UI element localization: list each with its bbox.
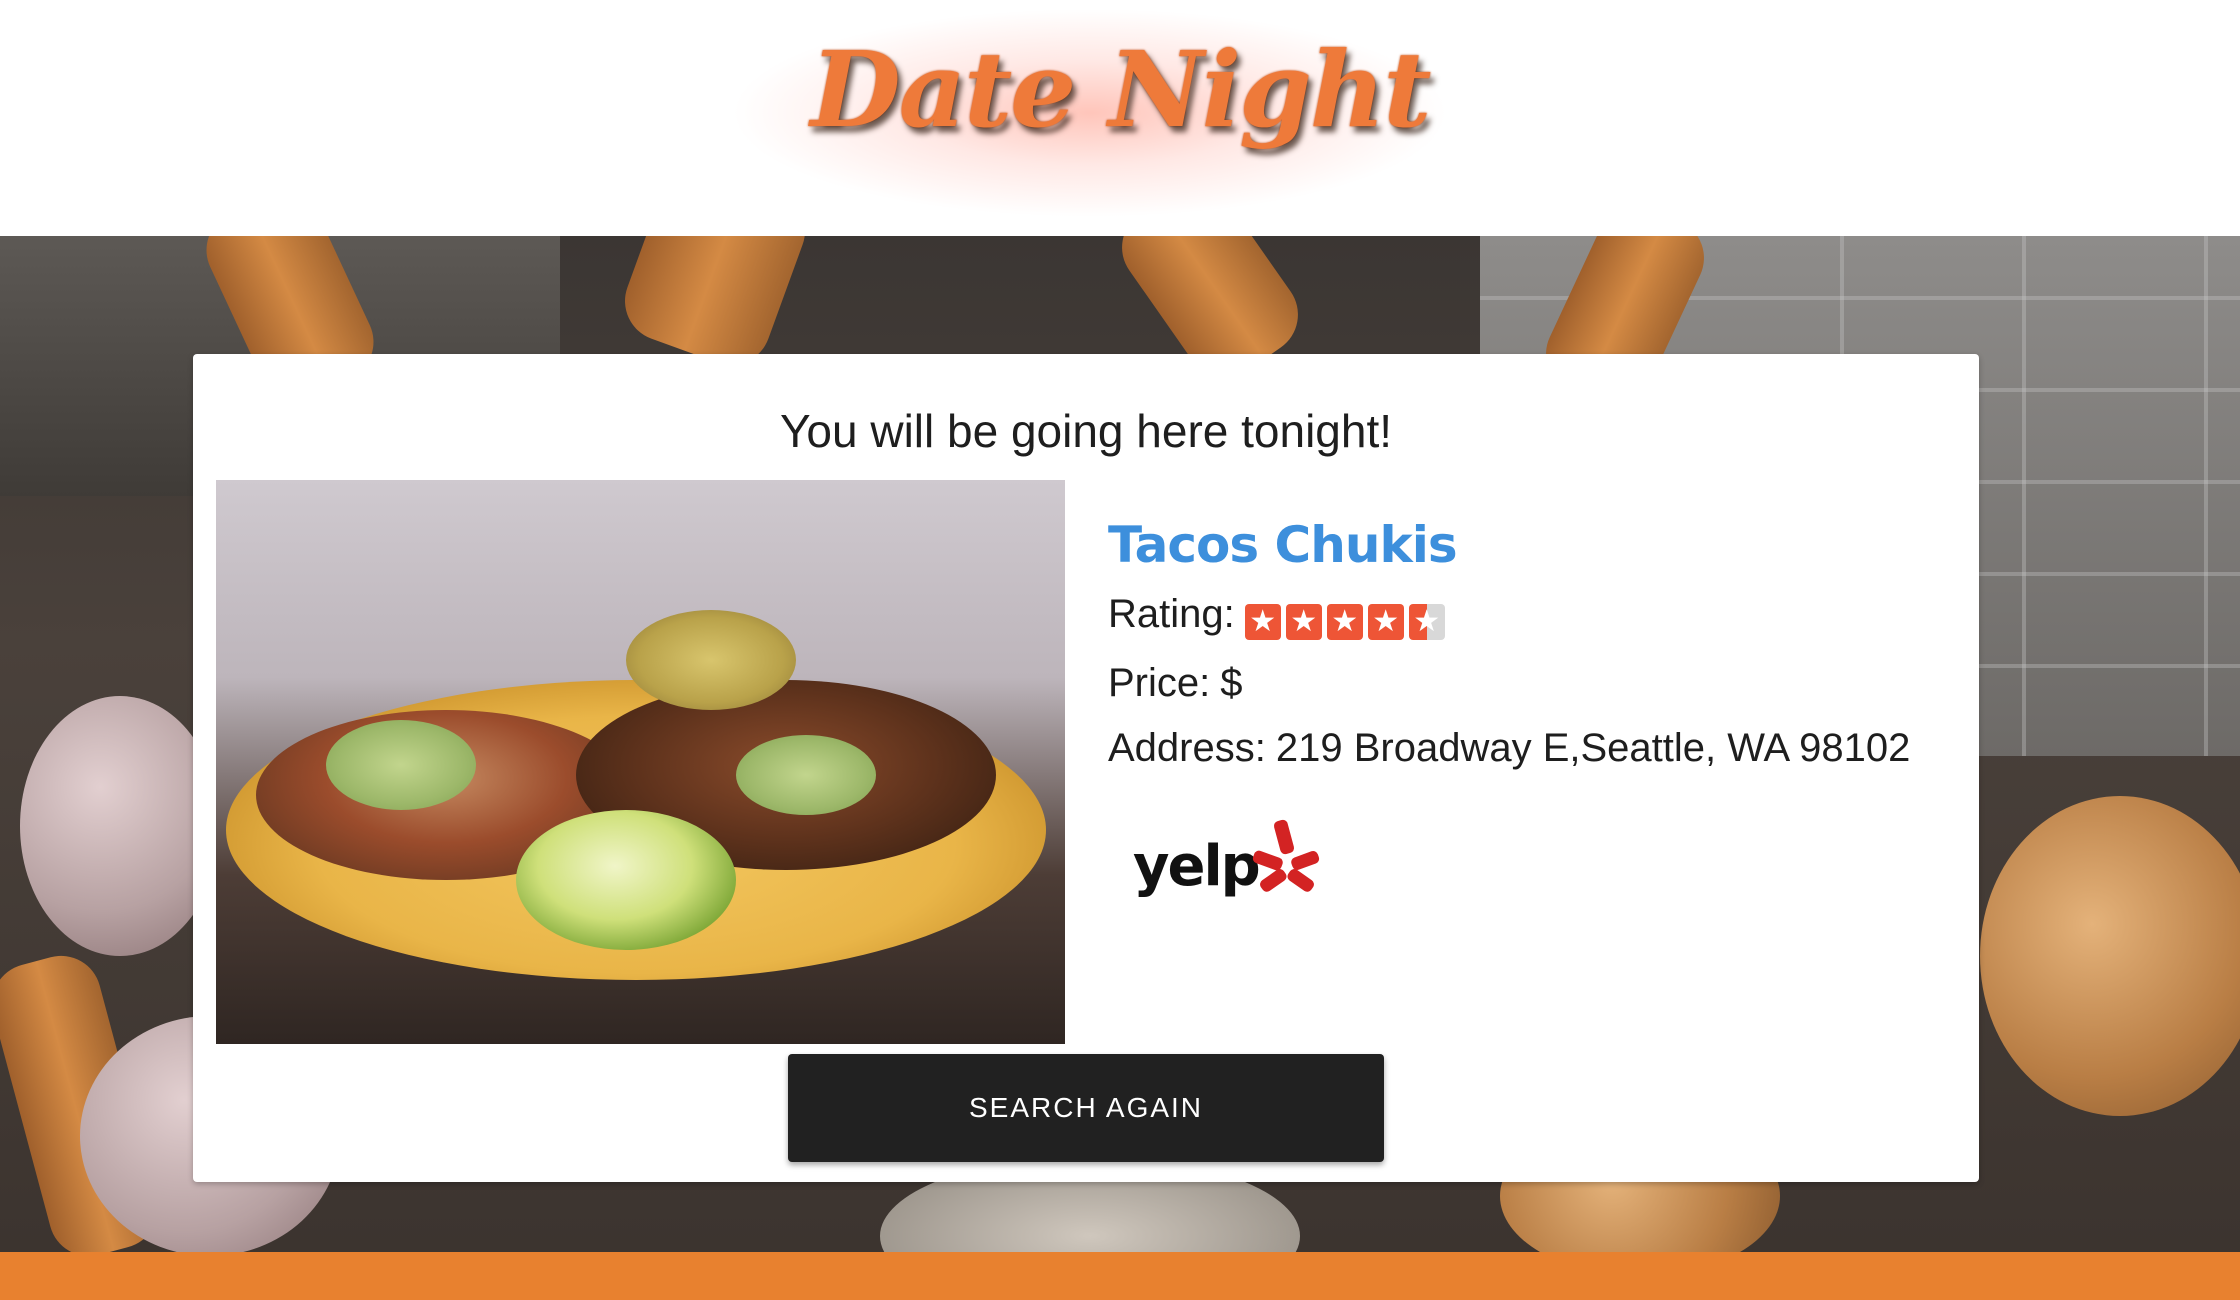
restaurant-photo [216,480,1065,1044]
photo-guacamole [736,735,876,815]
restaurant-info: Tacos Chukis Rating: ★ ★ ★ ★ ★ Price: $ Addre… [1108,516,1948,899]
star-icon: ★ [1326,604,1363,640]
yelp-logo-link[interactable]: yelp [1133,816,1333,916]
price-value: $ [1220,661,1243,705]
photo-guacamole [326,720,476,810]
background-cookie [1980,796,2240,1116]
search-again-button[interactable]: SEARCH AGAIN [788,1054,1384,1162]
star-icon: ★ [1367,604,1404,640]
star-icon: ★ [1285,604,1322,640]
header: Date Night [0,0,2240,236]
footer-bar [0,1252,2240,1300]
site-logo[interactable]: Date Night [0,28,2240,151]
restaurant-name-link[interactable]: Tacos Chukis [1108,516,1948,574]
star-icon: ★ [1408,604,1445,640]
background-ice-cream [20,696,220,956]
yelp-burst-icon [1252,819,1320,892]
photo-lime [516,810,736,950]
star-icon: ★ [1244,604,1281,640]
result-heading: You will be going here tonight! [779,405,1393,457]
yelp-logo-text: yelp [1133,834,1261,899]
rating-label: Rating: [1108,592,1235,636]
price-label: Price: [1108,661,1211,705]
price-row: Price: $ [1108,661,1948,706]
address-row: Address: 219 Broadway E,Seattle, WA 98102 [1108,726,1948,771]
photo-pineapple [626,610,796,710]
result-card: You will be going here tonight! Tacos Ch… [193,354,1979,1182]
star-rating: ★ ★ ★ ★ ★ [1244,596,1450,641]
address-label: Address: [1108,726,1266,770]
rating-row: Rating: ★ ★ ★ ★ ★ [1108,592,1948,641]
address-value: 219 Broadway E,Seattle, WA 98102 [1275,726,1911,770]
